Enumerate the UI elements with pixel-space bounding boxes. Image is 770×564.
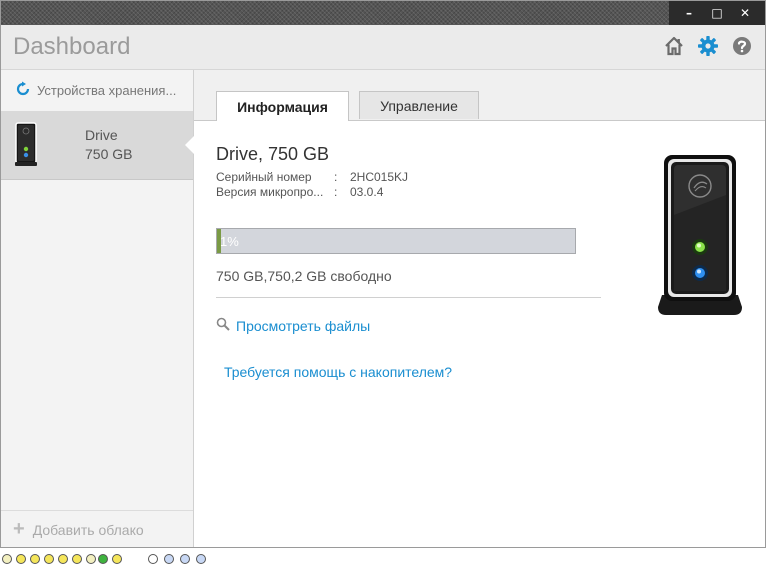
serial-colon: :: [334, 170, 338, 184]
tray-icon[interactable]: [58, 554, 68, 564]
app-title: Dashboard: [13, 33, 131, 60]
tray-icon[interactable]: [2, 554, 12, 564]
storage-devices-label: Устройства хранения...: [37, 82, 177, 98]
firmware-colon: :: [334, 185, 338, 199]
divider: [216, 297, 601, 298]
usage-progress-bar: 1%: [216, 228, 576, 254]
drive-thumbnail-icon: [15, 122, 37, 171]
minimize-button[interactable]: –: [679, 6, 699, 20]
tray-icon[interactable]: [196, 554, 206, 564]
serial-value: 2HC015KJ: [350, 170, 409, 184]
device-name: Drive: [85, 127, 118, 143]
storage-devices-header[interactable]: Устройства хранения...: [1, 70, 193, 110]
app-header: Dashboard: [1, 25, 765, 70]
browse-files-link[interactable]: Просмотреть файлы: [216, 317, 370, 334]
browse-files-label: Просмотреть файлы: [236, 317, 371, 334]
main-panel: Информация Управление Drive, 750 GB Сери…: [194, 70, 765, 547]
device-title: Drive, 750 GB: [216, 144, 330, 164]
maximize-button[interactable]: □: [707, 6, 727, 20]
tray-icon[interactable]: [180, 554, 190, 564]
serial-row: Серийный номер:2HC015KJ: [216, 170, 408, 184]
gear-icon[interactable]: [697, 35, 719, 57]
add-cloud-label: Добавить облако: [32, 521, 144, 538]
selection-notch: [185, 136, 194, 154]
tray-icon[interactable]: [72, 554, 82, 564]
tab-strip: Информация Управление: [194, 70, 765, 121]
add-cloud-button[interactable]: + Добавить облако: [1, 510, 193, 547]
serial-label: Серийный номер: [216, 170, 312, 184]
tray-icon[interactable]: [86, 554, 96, 564]
tray-icon[interactable]: [98, 554, 108, 564]
sidebar-device-item[interactable]: Drive 750 GB: [1, 111, 194, 180]
tray-icon[interactable]: [16, 554, 26, 564]
tray-icon[interactable]: [30, 554, 40, 564]
close-button[interactable]: ✕: [735, 6, 755, 20]
usage-percent-label: 1%: [220, 234, 239, 249]
tab-info[interactable]: Информация: [216, 91, 349, 121]
plus-icon: +: [13, 518, 25, 540]
tray-icon[interactable]: [164, 554, 174, 564]
taskbar-strip: [0, 551, 515, 564]
app-window: – □ ✕ Dashboard Устройства хранения... D…: [0, 0, 766, 548]
tray-icon[interactable]: [148, 554, 158, 564]
home-icon[interactable]: [663, 35, 685, 57]
sidebar: Устройства хранения... Drive 750 GB + До…: [1, 70, 194, 547]
refresh-icon[interactable]: [15, 81, 31, 100]
drive-illustration-icon: [658, 155, 742, 324]
firmware-value: 03.0.4: [350, 185, 384, 199]
tray-icon[interactable]: [44, 554, 54, 564]
header-icons: [663, 35, 753, 57]
firmware-row: Версия микропро...:03.0.4: [216, 185, 383, 199]
device-size: 750 GB: [85, 146, 133, 162]
window-controls: – □ ✕: [669, 1, 765, 25]
title-bar[interactable]: – □ ✕: [1, 1, 765, 25]
firmware-label: Версия микропро...: [216, 185, 324, 199]
help-icon[interactable]: [731, 35, 753, 57]
free-space-text: 750 GB,750,2 GB свободно: [216, 268, 392, 284]
tray-icon[interactable]: [112, 554, 122, 564]
magnifier-icon: [216, 317, 230, 334]
drive-help-link[interactable]: Требуется помощь с накопителем?: [224, 364, 452, 380]
tab-manage[interactable]: Управление: [359, 91, 479, 119]
